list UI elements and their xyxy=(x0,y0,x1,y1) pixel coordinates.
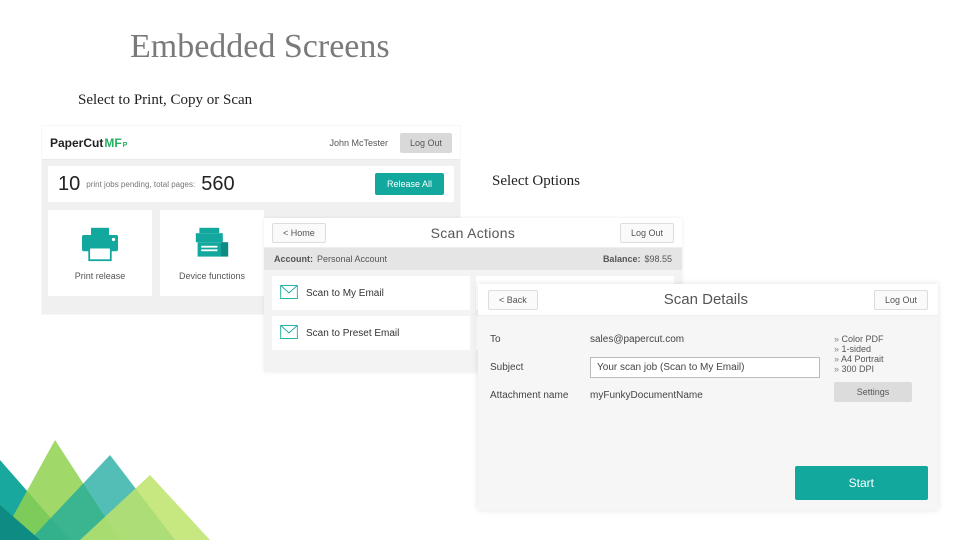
start-button[interactable]: Start xyxy=(795,466,928,500)
account-label: Account: xyxy=(274,254,313,264)
balance-label: Balance: xyxy=(603,254,641,264)
envelope-icon xyxy=(280,285,298,302)
attachment-value: myFunkyDocumentName xyxy=(590,390,703,401)
status-bar: 10 print jobs pending, total pages: 560 … xyxy=(48,166,454,202)
option-item: 1-sided xyxy=(834,344,926,354)
scan-to-my-email[interactable]: Scan to My Email xyxy=(272,276,470,310)
logout-button[interactable]: Log Out xyxy=(874,290,928,310)
subject-input[interactable] xyxy=(590,357,820,378)
item-label: Scan to My Email xyxy=(306,288,384,299)
screen-title: Scan Details xyxy=(538,291,874,308)
topbar: PaperCutMFP John McTester Log Out xyxy=(42,126,460,160)
tile-label: Print release xyxy=(75,271,126,281)
user-name: John McTester xyxy=(329,138,388,148)
release-all-button[interactable]: Release All xyxy=(375,173,444,195)
scan-form: To sales@papercut.com Subject Attachment… xyxy=(490,334,820,413)
pending-count: 10 xyxy=(58,173,80,196)
brand-part2: MF xyxy=(104,136,121,150)
footer: Start xyxy=(795,466,928,500)
caption-select-action: Select to Print, Copy or Scan xyxy=(78,92,252,109)
caption-select-options: Select Options xyxy=(492,173,580,190)
tile-device-functions[interactable]: Device functions xyxy=(160,210,264,296)
screen-title: Scan Actions xyxy=(326,225,620,241)
to-value: sales@papercut.com xyxy=(590,334,684,345)
to-label: To xyxy=(490,334,582,345)
account-value: Personal Account xyxy=(317,254,387,264)
scan-to-preset-email[interactable]: Scan to Preset Email xyxy=(272,316,470,350)
screen-scan-details: < Back Scan Details Log Out To sales@pap… xyxy=(478,284,938,510)
printer-icon xyxy=(78,226,122,265)
slide-title: Embedded Screens xyxy=(130,28,390,66)
brand-sup: P xyxy=(123,142,128,149)
option-item: A4 Portrait xyxy=(834,354,926,364)
subject-label: Subject xyxy=(490,362,582,373)
logout-button[interactable]: Log Out xyxy=(620,223,674,243)
attachment-label: Attachment name xyxy=(490,390,582,401)
brand-logo: PaperCutMFP xyxy=(50,136,127,150)
brand-part1: PaperCut xyxy=(50,136,103,150)
option-item: Color PDF xyxy=(834,334,926,344)
account-bar: Account: Personal Account Balance: $98.5… xyxy=(264,248,682,270)
tile-print-release[interactable]: Print release xyxy=(48,210,152,296)
item-label: Scan to Preset Email xyxy=(306,328,399,339)
total-pages: 560 xyxy=(201,173,234,196)
topbar: < Home Scan Actions Log Out xyxy=(264,218,682,248)
logout-button[interactable]: Log Out xyxy=(400,133,452,153)
options-panel: Color PDF 1-sided A4 Portrait 300 DPI Se… xyxy=(834,334,926,413)
home-button[interactable]: < Home xyxy=(272,223,326,243)
pending-label: print jobs pending, total pages: xyxy=(86,180,195,189)
balance-value: $98.55 xyxy=(644,254,672,264)
topbar: < Back Scan Details Log Out xyxy=(478,284,938,316)
option-item: 300 DPI xyxy=(834,364,926,374)
back-button[interactable]: < Back xyxy=(488,290,538,310)
settings-button[interactable]: Settings xyxy=(834,382,912,402)
tile-label: Device functions xyxy=(179,271,245,281)
envelope-icon xyxy=(280,325,298,342)
copier-icon xyxy=(190,226,234,265)
decorative-triangles xyxy=(0,410,220,540)
